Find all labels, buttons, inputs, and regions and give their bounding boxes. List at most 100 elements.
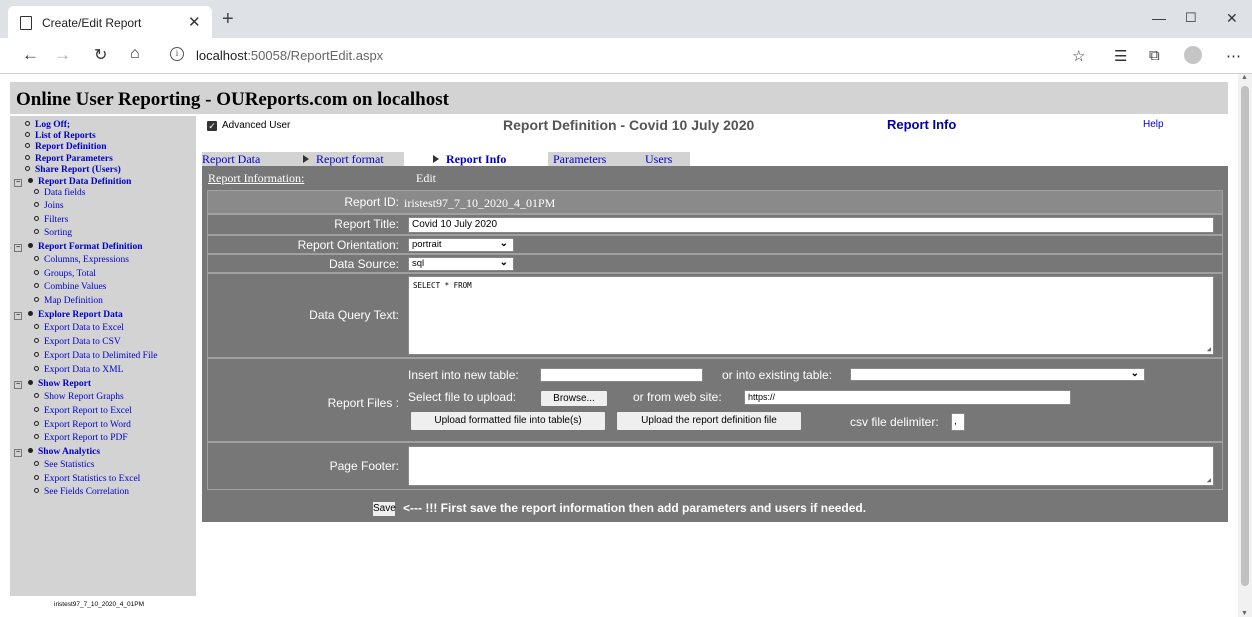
menu-item-joins[interactable]: Joins xyxy=(34,201,64,211)
maximize-icon[interactable]: ☐ xyxy=(1185,10,1197,26)
scroll-up-icon[interactable]: ▲ xyxy=(1241,74,1248,81)
scrollbar-thumb[interactable] xyxy=(1241,86,1249,586)
menu-item-map-definition[interactable]: Map Definition xyxy=(34,296,103,306)
csv-delimiter-label: csv file delimiter: xyxy=(850,415,939,429)
menu-item-label: Combine Values xyxy=(44,282,107,292)
resize-grip-icon[interactable]: ◢ xyxy=(1207,345,1211,353)
favorites-list-icon[interactable]: ☰ xyxy=(1114,47,1127,65)
upload-formatted-button[interactable]: Upload formatted file into table(s) xyxy=(410,411,606,431)
menu-item-see-fields-correlation[interactable]: See Fields Correlation xyxy=(34,487,129,497)
csv-delimiter-input[interactable]: , xyxy=(951,413,965,431)
menu-item-see-statistics[interactable]: See Statistics xyxy=(34,460,94,470)
back-icon[interactable]: ← xyxy=(22,45,39,65)
collapse-toggle-icon[interactable]: − xyxy=(14,179,22,187)
menu-item-label: Export Statistics to Excel xyxy=(44,474,141,484)
more-menu-icon[interactable]: ⋯ xyxy=(1226,47,1241,65)
profile-avatar[interactable] xyxy=(1184,46,1202,64)
menu-item-export-report-to-pdf[interactable]: Export Report to PDF xyxy=(34,433,128,443)
tab-users[interactable]: Users xyxy=(640,152,690,166)
browser-tab[interactable]: Create/Edit Report ✕ xyxy=(8,6,212,38)
menu-item-label: Export Data to Excel xyxy=(44,323,124,333)
menu-item-label: Data fields xyxy=(44,188,86,198)
query-textarea[interactable]: SELECT * FROM ◢ xyxy=(408,276,1214,355)
menu-item-share-report-users[interactable]: Share Report (Users) xyxy=(25,165,121,175)
menu-item-filters[interactable]: Filters xyxy=(34,215,68,225)
menu-item-show-report-graphs[interactable]: Show Report Graphs xyxy=(34,392,124,402)
collapse-toggle-icon[interactable]: − xyxy=(14,449,22,457)
upload-definition-button[interactable]: Upload the report definition file xyxy=(616,411,802,431)
url-host: localhost xyxy=(196,48,248,63)
menu-item-explore-report-data[interactable]: − Explore Report Data xyxy=(14,310,123,320)
new-tab-icon[interactable]: + xyxy=(222,8,234,31)
menu-item-export-data-to-xml[interactable]: Export Data to XML xyxy=(34,365,123,375)
menu-item-show-analytics[interactable]: − Show Analytics xyxy=(14,447,100,457)
menu-item-report-data-definition[interactable]: − Report Data Definition xyxy=(14,177,131,187)
tab-label: Parameters xyxy=(553,152,607,166)
resize-grip-icon[interactable]: ◢ xyxy=(1207,476,1211,484)
menu-item-export-data-to-excel[interactable]: Export Data to Excel xyxy=(34,323,124,333)
forward-icon[interactable]: → xyxy=(54,45,71,65)
menu-item-sorting[interactable]: Sorting xyxy=(34,228,72,238)
collapse-toggle-icon[interactable]: − xyxy=(14,381,22,389)
menu-item-report-format-definition[interactable]: − Report Format Definition xyxy=(14,242,142,252)
orientation-select[interactable]: portrait ⌄ xyxy=(408,238,514,252)
tab-report-info[interactable]: Report Info xyxy=(404,152,530,166)
query-label: Data Query Text: xyxy=(309,308,399,322)
page-footer-textarea[interactable]: ◢ xyxy=(408,446,1214,486)
home-icon[interactable]: ⌂ xyxy=(130,45,140,63)
browse-button[interactable]: Browse... xyxy=(540,390,608,407)
advanced-user-checkbox[interactable]: ✓ Advanced User xyxy=(207,120,290,131)
menu-item-show-report[interactable]: − Show Report xyxy=(14,379,91,389)
minimize-icon[interactable]: — xyxy=(1152,10,1166,26)
existing-table-select[interactable]: ⌄ xyxy=(850,368,1145,381)
scroll-down-icon[interactable]: ▼ xyxy=(1241,610,1248,617)
new-table-input[interactable] xyxy=(540,368,703,382)
bullet-icon xyxy=(28,380,33,385)
menu-item-log-off[interactable]: Log Off; xyxy=(25,120,70,130)
menu-item-label: Export Data to Delimited File xyxy=(44,351,158,361)
collapse-toggle-icon[interactable]: − xyxy=(14,244,22,252)
info-icon[interactable]: i xyxy=(170,47,184,61)
menu-item-label: Report Format Definition xyxy=(38,242,143,252)
menu-item-list-of-reports[interactable]: List of Reports xyxy=(25,131,96,141)
menu-item-export-data-to-csv[interactable]: Export Data to CSV xyxy=(34,337,121,347)
refresh-icon[interactable]: ↻ xyxy=(94,45,107,65)
tab-report-data[interactable]: Report Data xyxy=(202,152,294,166)
collections-icon[interactable]: ⧉ xyxy=(1149,47,1160,64)
web-site-input[interactable]: https:// xyxy=(744,390,1071,405)
tab-title: Create/Edit Report xyxy=(42,16,142,30)
menu-item-groups-total[interactable]: Groups, Total xyxy=(34,269,96,279)
report-information-link[interactable]: Report Information: xyxy=(208,171,304,186)
menu-item-combine-values[interactable]: Combine Values xyxy=(34,282,106,292)
menu-item-export-statistics-to-excel[interactable]: Export Statistics to Excel xyxy=(34,474,140,484)
vertical-scrollbar[interactable]: ▲ ▼ xyxy=(1238,74,1252,617)
bullet-icon xyxy=(34,366,39,371)
tab-parameters[interactable]: Parameters xyxy=(548,152,640,166)
tab-label: Users xyxy=(645,152,673,166)
report-title-input[interactable]: Covid 10 July 2020 xyxy=(408,217,1214,233)
favorite-star-icon[interactable]: ☆ xyxy=(1072,47,1085,65)
close-window-icon[interactable]: ✕ xyxy=(1226,10,1238,27)
help-link[interactable]: Help xyxy=(1143,119,1164,130)
save-button[interactable]: Save xyxy=(372,501,396,517)
collapse-toggle-icon[interactable]: − xyxy=(14,312,22,320)
menu-item-columns-expressions[interactable]: Columns, Expressions xyxy=(34,255,129,265)
url-field[interactable]: localhost:50058/ReportEdit.aspx xyxy=(196,48,383,63)
bullet-icon xyxy=(34,202,39,207)
query-row: Data Query Text: SELECT * FROM ◢ xyxy=(207,273,1223,358)
close-tab-icon[interactable]: ✕ xyxy=(188,13,201,31)
menu-item-report-definition[interactable]: Report Definition xyxy=(25,142,107,152)
tab-report-format[interactable]: Report format xyxy=(294,152,404,166)
data-source-select[interactable]: sql ⌄ xyxy=(408,257,514,271)
query-text: SELECT * FROM xyxy=(413,281,472,290)
menu-item-export-report-to-excel[interactable]: Export Report to Excel xyxy=(34,406,132,416)
browser-tab-bar: Create/Edit Report ✕ + — ☐ ✕ xyxy=(0,0,1252,38)
menu-item-report-parameters[interactable]: Report Parameters xyxy=(25,154,113,164)
menu-item-data-fields[interactable]: Data fields xyxy=(34,188,85,198)
bullet-icon xyxy=(28,243,33,248)
insert-new-table-label: Insert into new table: xyxy=(408,368,519,382)
menu-item-export-report-to-word[interactable]: Export Report to Word xyxy=(34,420,131,430)
menu-item-export-data-to-delimited-file[interactable]: Export Data to Delimited File xyxy=(34,351,157,361)
arrow-right-icon xyxy=(433,155,439,163)
report-info-heading: Report Info xyxy=(887,117,957,132)
